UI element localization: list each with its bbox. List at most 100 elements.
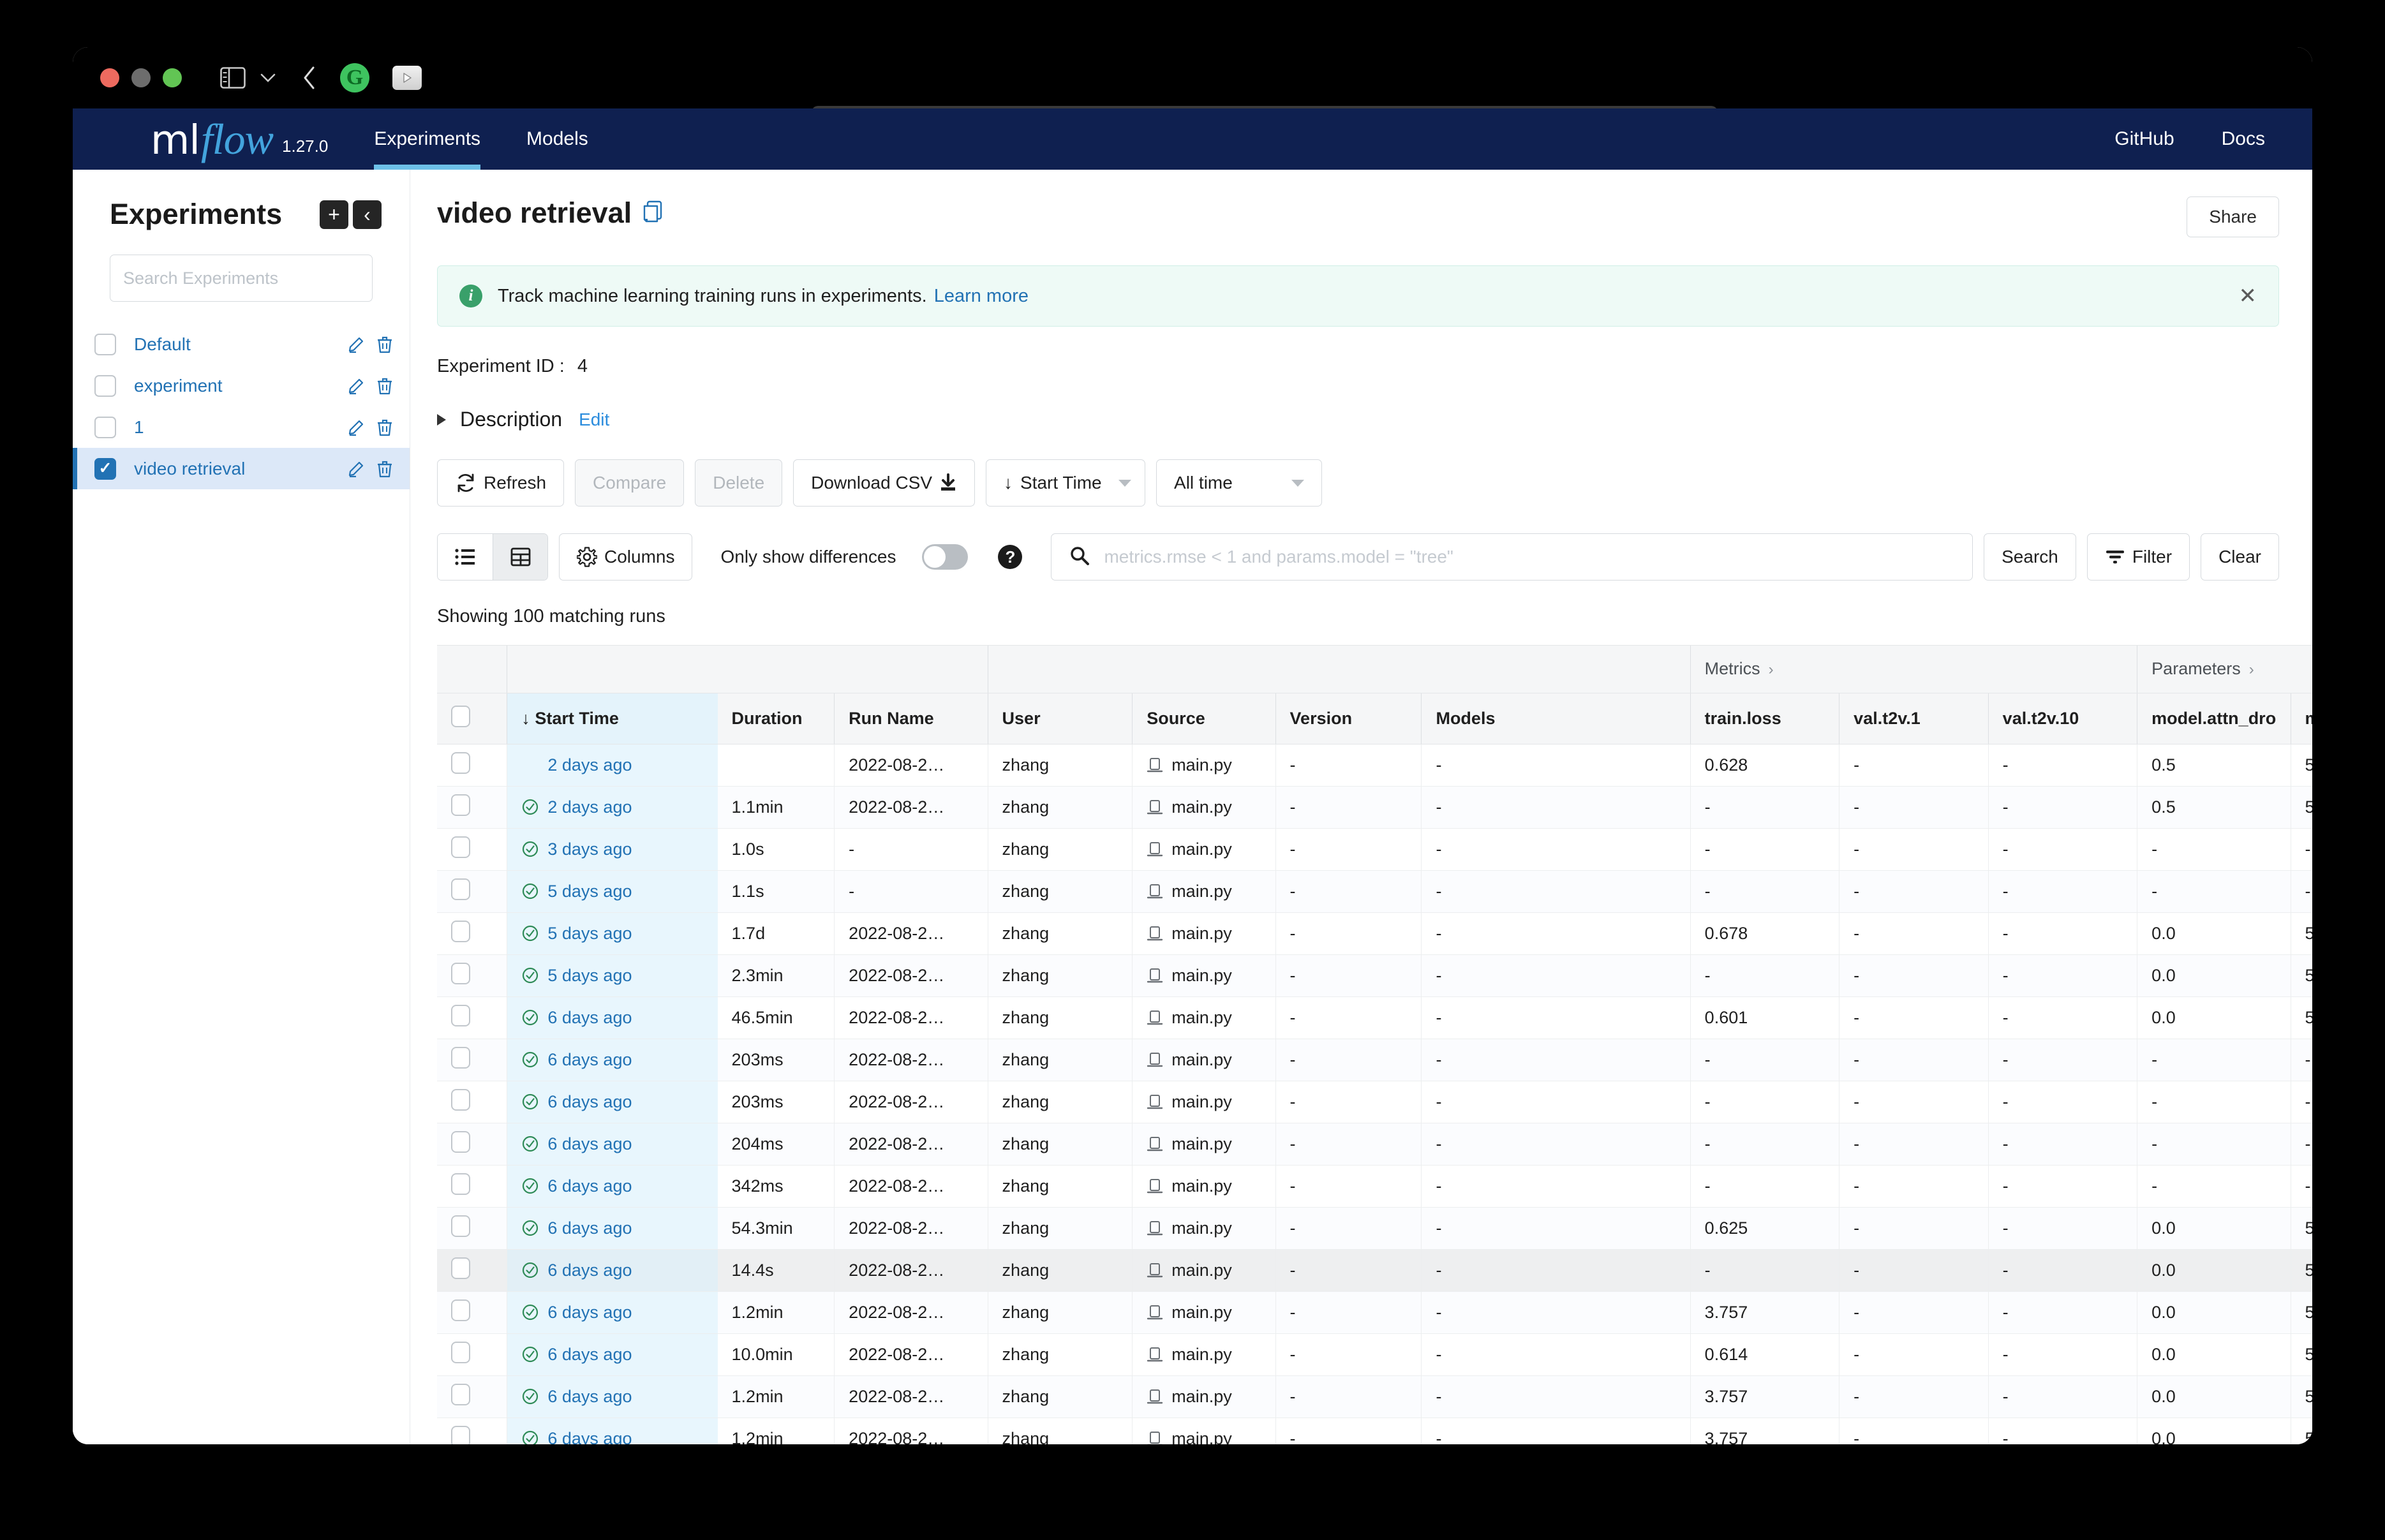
run-time-link[interactable]: 6 days ago <box>547 1345 632 1365</box>
mlflow-logo[interactable]: ml flow 1.27.0 <box>151 114 328 165</box>
row-checkbox-cell[interactable] <box>437 912 507 955</box>
sort-by-select[interactable]: ↓ Start Time <box>986 459 1146 507</box>
table-row[interactable]: 6 days ago 204ms 2022-08-2… zhang main.py - - -… <box>437 1123 2312 1166</box>
refresh-button[interactable]: Refresh <box>437 459 565 507</box>
row-checkbox-cell[interactable] <box>437 828 507 871</box>
back-nav-icon[interactable] <box>302 65 317 91</box>
row-checkbox[interactable] <box>451 794 470 816</box>
column-header-source[interactable]: Source <box>1132 693 1276 744</box>
maximize-window-button[interactable] <box>163 68 182 87</box>
run-time-link[interactable]: 6 days ago <box>547 1303 632 1322</box>
table-row[interactable]: 6 days ago 203ms 2022-08-2… zhang main.py - - -… <box>437 1039 2312 1081</box>
row-checkbox-cell[interactable] <box>437 996 507 1039</box>
group-parameters[interactable]: Parameters › <box>2137 646 2312 693</box>
media-play-icon[interactable] <box>392 66 422 90</box>
column-header-model-attn-dropout[interactable]: model.attn_dro <box>2137 693 2291 744</box>
run-time-link[interactable]: 6 days ago <box>547 1429 632 1445</box>
select-all-header[interactable] <box>437 693 507 744</box>
table-row[interactable]: 6 days ago 1.2min 2022-08-2… zhang main.py - -… <box>437 1418 2312 1444</box>
sidebar-item-default[interactable]: Default <box>73 323 410 365</box>
table-row[interactable]: 6 days ago 10.0min 2022-08-2… zhang main.py -… <box>437 1333 2312 1376</box>
close-icon[interactable]: ✕ <box>2239 285 2257 307</box>
row-checkbox[interactable] <box>451 751 470 774</box>
run-time-link[interactable]: 6 days ago <box>547 1387 632 1407</box>
row-checkbox-cell[interactable] <box>437 786 507 829</box>
experiment-checkbox[interactable] <box>94 416 116 438</box>
delete-icon[interactable] <box>376 418 393 436</box>
help-icon[interactable]: ? <box>998 545 1023 569</box>
group-metrics[interactable]: Metrics › <box>1690 646 2137 693</box>
delete-icon[interactable] <box>376 377 393 395</box>
time-range-select[interactable]: All time <box>1156 459 1323 507</box>
columns-button[interactable]: Columns <box>559 533 693 581</box>
expand-description-icon[interactable] <box>437 413 446 426</box>
row-checkbox[interactable] <box>451 1383 470 1405</box>
delete-icon[interactable] <box>376 460 393 478</box>
edit-icon[interactable] <box>347 418 365 436</box>
column-header-train-loss[interactable]: train.loss <box>1690 693 1839 744</box>
compare-button[interactable]: Compare <box>575 459 685 507</box>
experiment-checkbox[interactable] <box>94 374 116 397</box>
clear-button[interactable]: Clear <box>2201 533 2279 581</box>
row-checkbox[interactable] <box>451 836 470 858</box>
row-checkbox[interactable] <box>451 1004 470 1026</box>
table-row[interactable]: 5 days ago1.1s-zhangmain.py-------- <box>437 870 2312 913</box>
run-time-link[interactable]: 6 days ago <box>547 1134 632 1154</box>
row-checkbox-cell[interactable] <box>437 1123 507 1166</box>
row-checkbox-cell[interactable] <box>437 1375 507 1418</box>
column-header-duration[interactable]: Duration <box>717 693 835 744</box>
run-time-link[interactable]: 2 days ago <box>547 797 632 817</box>
search-experiments-input[interactable] <box>110 255 373 302</box>
sidebar-toggle-icon[interactable] <box>220 67 246 89</box>
sidebar-item-experiment[interactable]: experiment <box>73 365 410 406</box>
filter-button[interactable]: Filter <box>2086 533 2190 581</box>
row-checkbox-cell[interactable] <box>437 1207 507 1250</box>
nav-github[interactable]: GitHub <box>2114 108 2174 170</box>
nav-experiments[interactable]: Experiments <box>374 108 480 170</box>
edit-description-link[interactable]: Edit <box>579 410 609 430</box>
row-checkbox[interactable] <box>451 1257 470 1279</box>
run-time-link[interactable]: 6 days ago <box>547 1092 632 1112</box>
row-checkbox-cell[interactable] <box>437 744 507 787</box>
delete-button[interactable]: Delete <box>695 459 783 507</box>
run-time-link[interactable]: 6 days ago <box>547 1050 632 1070</box>
table-row[interactable]: 5 days ago 1.7d 2022-08-2… zhang main.py - -0.… <box>437 912 2312 955</box>
column-header-version[interactable]: Version <box>1275 693 1422 744</box>
close-window-button[interactable] <box>100 68 119 87</box>
download-csv-button[interactable]: Download CSV <box>793 459 976 507</box>
row-checkbox-cell[interactable] <box>437 870 507 913</box>
column-header-val-t2v-1[interactable]: val.t2v.1 <box>1839 693 1989 744</box>
run-time-link[interactable]: 6 days ago <box>547 1261 632 1280</box>
grammarly-icon[interactable]: G <box>340 63 369 93</box>
row-checkbox[interactable] <box>451 1299 470 1321</box>
edit-icon[interactable] <box>347 336 365 353</box>
run-time-link[interactable]: 3 days ago <box>547 840 632 859</box>
minimize-window-button[interactable] <box>131 68 151 87</box>
copy-icon[interactable] <box>642 200 664 228</box>
table-view-button[interactable] <box>493 534 547 580</box>
row-checkbox-cell[interactable] <box>437 1039 507 1081</box>
list-view-button[interactable] <box>438 534 493 580</box>
table-row[interactable]: 6 days ago 342ms 2022-08-2… zhang main.py - - -… <box>437 1165 2312 1208</box>
column-header-user[interactable]: User <box>987 693 1133 744</box>
nav-models[interactable]: Models <box>526 108 588 170</box>
row-checkbox-cell[interactable] <box>437 1081 507 1123</box>
table-row[interactable]: 6 days ago 203ms 2022-08-2… zhang main.py - - -… <box>437 1081 2312 1123</box>
row-checkbox-cell[interactable] <box>437 1333 507 1376</box>
search-runs-input[interactable] <box>1104 547 1955 567</box>
row-checkbox[interactable] <box>451 1215 470 1237</box>
row-checkbox[interactable] <box>451 1046 470 1069</box>
search-button[interactable]: Search <box>1984 533 2076 581</box>
table-row[interactable]: 2 days ago 2022-08-2… zhang main.py - -0.628-… <box>437 744 2312 787</box>
column-header-models[interactable]: Models <box>1421 693 1691 744</box>
table-row[interactable]: 6 days ago 14.4s 2022-08-2… zhang main.py - - -… <box>437 1249 2312 1292</box>
row-checkbox-cell[interactable] <box>437 1418 507 1444</box>
row-checkbox-cell[interactable] <box>437 1165 507 1208</box>
only-show-differences-toggle[interactable] <box>922 544 969 570</box>
table-row[interactable]: 6 days ago 46.5min 2022-08-2… zhang main.py -… <box>437 996 2312 1039</box>
learn-more-link[interactable]: Learn more <box>934 286 1029 307</box>
table-row[interactable]: 6 days ago 1.2min 2022-08-2… zhang main.py - -… <box>437 1375 2312 1418</box>
create-experiment-button[interactable]: + <box>320 200 348 229</box>
experiment-checkbox[interactable] <box>94 333 116 355</box>
sidebar-item-1[interactable]: 1 <box>73 406 410 448</box>
